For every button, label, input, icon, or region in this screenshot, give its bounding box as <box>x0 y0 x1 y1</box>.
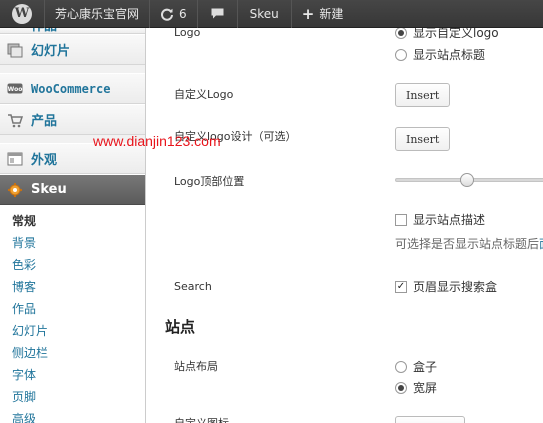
logo-option-custom-label: 显示自定义logo <box>413 28 499 40</box>
logo-top-position-slider[interactable] <box>395 173 543 187</box>
submenu-item-footer[interactable]: 页脚 <box>0 385 145 407</box>
logo-top-position-label: Logo顶部位置 <box>174 175 245 188</box>
slides-icon <box>7 42 23 58</box>
site-section-title: 站点 <box>165 318 196 336</box>
new-content-link[interactable]: + 新建 <box>292 0 354 28</box>
admin-bar: W 芳心康乐宝官网 6 Skeu + 新建 <box>0 0 543 28</box>
checkbox-box[interactable] <box>395 213 407 226</box>
cart-icon <box>7 112 23 128</box>
theme-name: Skeu <box>249 6 279 21</box>
refresh-icon <box>160 7 174 21</box>
radio-unselected[interactable] <box>395 48 407 61</box>
submenu-item-portfolio[interactable]: 作品 <box>0 297 145 319</box>
settings-content: Logo 显示自定义logo 显示站点标题 自定义Logo Insert 自定义… <box>147 28 543 423</box>
submenu-item-blog[interactable]: 博客 <box>0 275 145 297</box>
menu-item-label: 幻灯片 <box>31 44 71 59</box>
logo-option-title[interactable]: 显示站点标题 <box>395 46 485 63</box>
appearance-icon <box>7 151 23 167</box>
logo-label: Logo <box>174 28 201 39</box>
site-name-link[interactable]: 芳心康乐宝官网 <box>45 0 151 28</box>
description-help-text: 可选择是否显示站点标题后面 <box>395 235 543 252</box>
theme-link[interactable]: Skeu <box>238 0 292 28</box>
menu-item-label: 外观 <box>31 153 58 168</box>
updates-link[interactable]: 6 <box>150 0 198 28</box>
menu-item-label: Skeu <box>31 182 67 197</box>
woocommerce-icon: Woo <box>7 81 23 97</box>
watermark: www.dianjin123.com <box>93 133 221 149</box>
gear-icon <box>7 182 23 198</box>
logo-option-custom[interactable]: 显示自定义logo <box>395 28 499 41</box>
show-description-checkbox[interactable]: 显示站点描述 <box>395 211 485 228</box>
radio-unselected[interactable] <box>395 360 407 373</box>
skeu-submenu: 常规 背景 色彩 博客 作品 幻灯片 侧边栏 字体 页脚 高级 <box>0 205 145 423</box>
comments-link[interactable] <box>198 0 238 28</box>
comment-bubble-icon <box>210 7 225 20</box>
site-layout-label: 站点布局 <box>174 360 218 373</box>
updates-count: 6 <box>179 6 187 21</box>
layout-wide-label: 宽屏 <box>413 381 438 395</box>
submenu-item-slides[interactable]: 幻灯片 <box>0 319 145 341</box>
submenu-item-advanced[interactable]: 高级 <box>0 407 145 423</box>
layout-boxed-label: 盒子 <box>413 360 438 374</box>
submenu-item-sidebars[interactable]: 侧边栏 <box>0 341 145 363</box>
layout-wide-option[interactable]: 宽屏 <box>395 379 437 396</box>
wordpress-logo-icon: W <box>12 3 32 24</box>
search-label: Search <box>174 280 212 293</box>
show-description-label: 显示站点描述 <box>413 213 486 227</box>
custom-icon-label: 自定义图标 <box>174 415 229 423</box>
site-name: 芳心康乐宝官网 <box>55 7 140 21</box>
layout-boxed-option[interactable]: 盒子 <box>395 358 437 375</box>
menu-item-label: WooCommerce <box>31 81 111 96</box>
radio-selected[interactable] <box>395 381 407 394</box>
admin-menu: 作品 幻灯片 Woo WooCommerce 产品 外观 Skeu 常规 背景 … <box>0 28 146 423</box>
slider-handle[interactable] <box>459 173 474 187</box>
menu-item-slides[interactable]: 幻灯片 <box>0 34 145 65</box>
submenu-item-colors[interactable]: 色彩 <box>0 253 145 275</box>
menu-item-skeu[interactable]: Skeu <box>0 174 145 205</box>
submenu-item-fonts[interactable]: 字体 <box>0 363 145 385</box>
search-checkbox[interactable]: ✓ 页眉显示搜索盒 <box>395 278 497 295</box>
menu-item-label: 产品 <box>31 114 58 129</box>
menu-item-woocommerce[interactable]: Woo WooCommerce <box>0 73 145 104</box>
svg-text:Woo: Woo <box>8 86 23 93</box>
plus-icon: + <box>301 4 315 23</box>
submenu-item-general[interactable]: 常规 <box>0 209 145 231</box>
search-option-label: 页眉显示搜索盒 <box>413 280 498 294</box>
wp-logo-menu[interactable]: W <box>0 0 45 28</box>
custom-logo-label: 自定义Logo <box>174 88 234 101</box>
submenu-item-background[interactable]: 背景 <box>0 231 145 253</box>
custom-icon-button[interactable] <box>395 416 465 423</box>
radio-selected[interactable] <box>395 28 407 39</box>
logo-option-title-label: 显示站点标题 <box>413 48 486 62</box>
custom-logo-design-insert-button[interactable]: Insert <box>395 127 451 151</box>
checkbox-box[interactable]: ✓ <box>395 280 407 293</box>
menu-item-products[interactable]: 产品 <box>0 104 145 135</box>
new-label: 新建 <box>319 7 344 21</box>
menu-separator <box>0 65 145 73</box>
help-text: 可选择是否显示站点标题后 <box>395 237 540 251</box>
help-link[interactable]: 面 <box>539 237 543 251</box>
custom-logo-insert-button[interactable]: Insert <box>395 83 451 107</box>
